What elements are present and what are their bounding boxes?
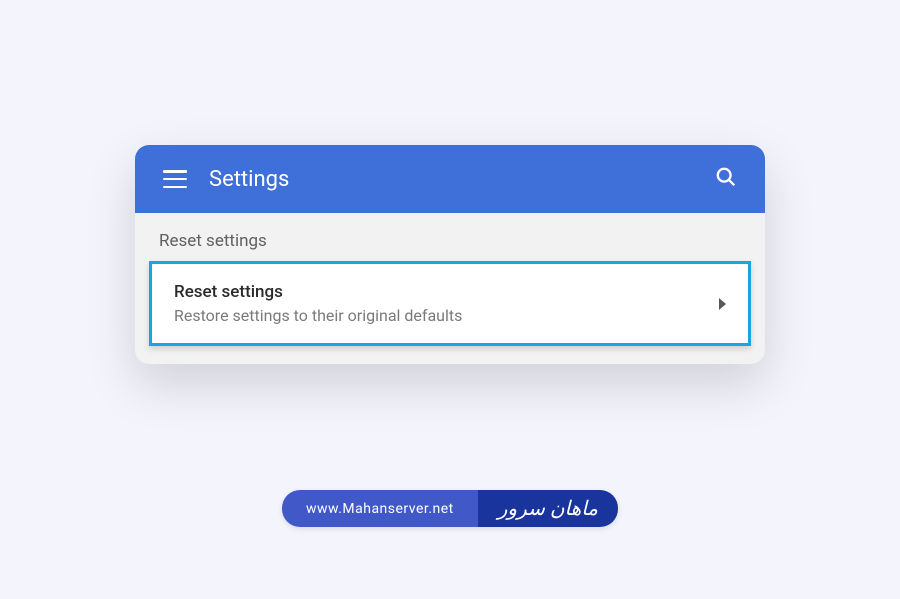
search-icon[interactable] (715, 166, 737, 192)
footer-badge: www.Mahanserver.net ماهان سرور (282, 490, 618, 527)
reset-card-content: Reset settings Restore settings to their… (174, 282, 719, 325)
settings-header: Settings (135, 145, 765, 213)
reset-settings-card[interactable]: Reset settings Restore settings to their… (149, 261, 751, 346)
footer-url: www.Mahanserver.net (282, 490, 478, 527)
footer-logo: ماهان سرور (478, 490, 618, 527)
logo-text: ماهان سرور (498, 496, 598, 521)
chevron-right-icon (719, 298, 726, 310)
settings-panel: Settings Reset settings Reset settings R… (135, 145, 765, 364)
hamburger-menu-icon[interactable] (163, 170, 187, 188)
section-heading: Reset settings (135, 213, 765, 261)
page-title: Settings (209, 167, 715, 192)
reset-card-description: Restore settings to their original defau… (174, 306, 719, 325)
reset-card-title: Reset settings (174, 282, 719, 302)
